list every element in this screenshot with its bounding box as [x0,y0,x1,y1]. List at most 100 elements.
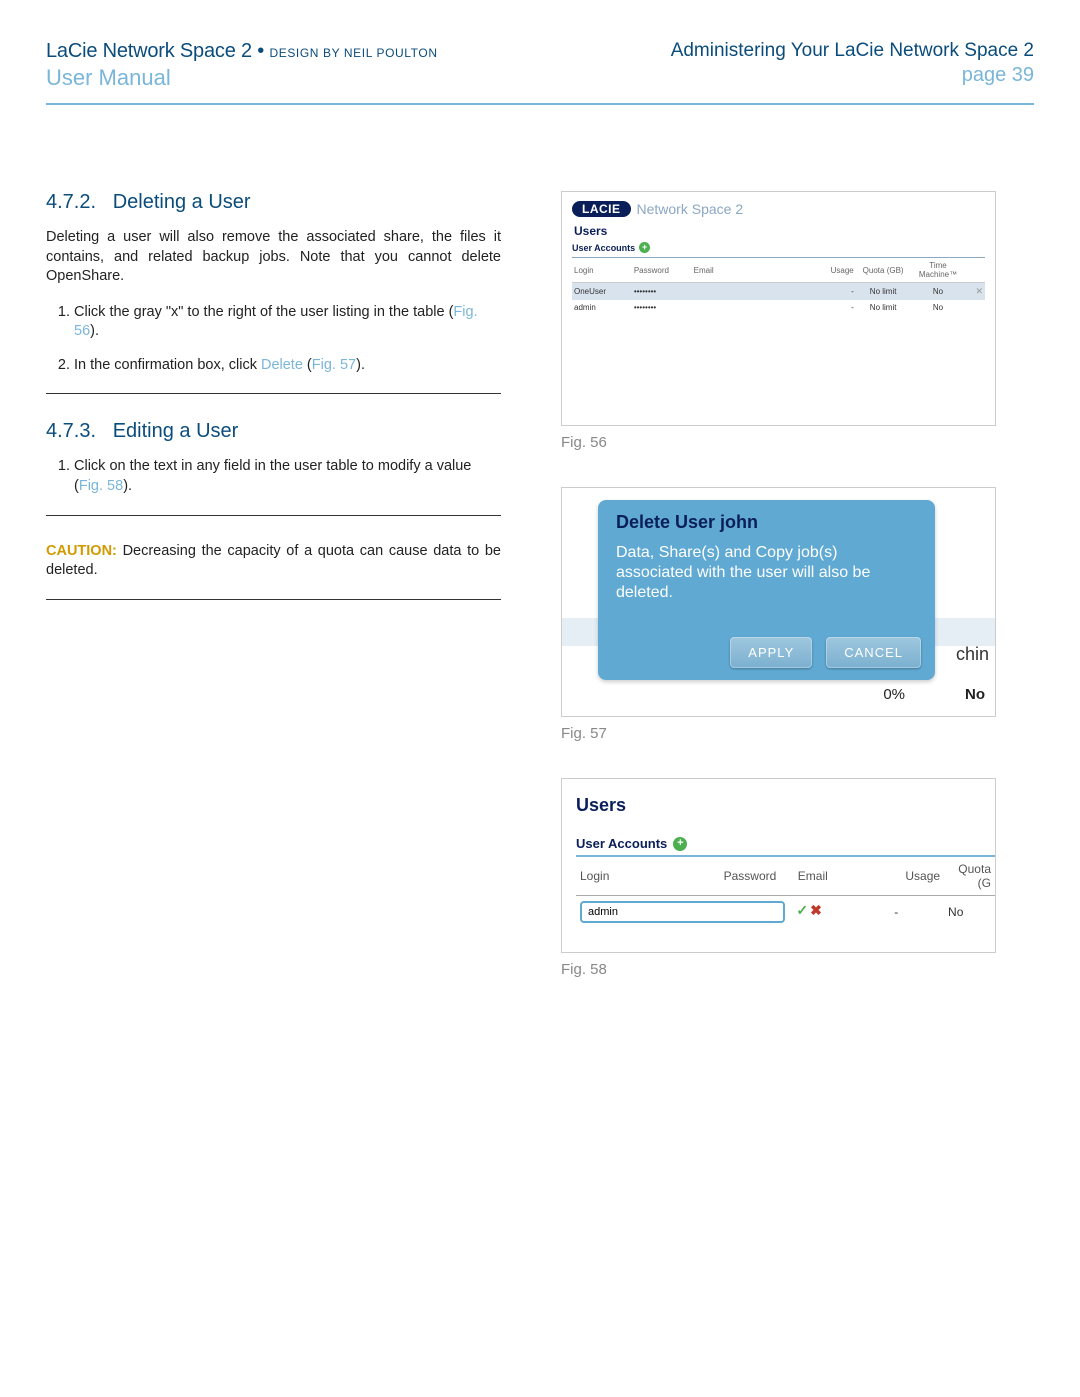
add-user-icon[interactable]: + [639,242,650,253]
fig-ref-57: Fig. 57 [312,357,356,373]
col-email: Email [794,857,890,896]
product-name: LaCie Network Space 2 [46,40,252,62]
section-divider [46,599,501,600]
section-number: 4.7.2. [46,191,96,213]
bullet: • [257,40,269,62]
user-table: Login Password Email Usage Quota (GB) Ti… [572,258,985,315]
step-text-end: ). [356,357,365,373]
col-email: Email [692,258,811,283]
user-manual-label: User Manual [46,65,438,91]
delete-ref: Delete [261,357,303,373]
right-column: LACIE Network Space 2 Users User Account… [561,191,1031,1014]
col-usage: Usage [890,857,944,896]
section-divider [46,515,501,516]
fig56-titlebar: LACIE Network Space 2 [572,201,743,217]
step-text-mid: ( [303,357,312,373]
user-accounts-label: User Accounts [572,243,635,253]
col-usage: Usage [811,258,856,283]
cell-login[interactable]: OneUser [572,283,632,301]
step-text-end: ). [123,478,132,494]
user-accounts-heading: User Accounts + [576,836,995,851]
login-edit-input[interactable] [580,901,785,923]
steps-473: Click on the text in any field in the us… [46,457,501,496]
dialog-text: Data, Share(s) and Copy job(s) associate… [616,543,917,603]
bg-text-chin: chin [956,644,989,665]
figure-58: Users User Accounts + Login Password Ema… [561,778,996,953]
table-row[interactable]: admin •••••••• - No limit No [572,300,985,315]
figure-56-caption: Fig. 56 [561,434,1031,451]
users-heading: Users [576,795,995,816]
page-header: LaCie Network Space 2 • DESIGN BY NEIL P… [46,40,1034,91]
section-heading-472: 4.7.2. Deleting a User [46,191,501,214]
cell-quota[interactable]: No limit [856,283,911,301]
delete-user-dialog: Delete User john Data, Share(s) and Copy… [598,500,935,680]
cell-usage: - [890,896,944,929]
section-heading-473: 4.7.3. Editing a User [46,420,501,443]
col-login: Login [576,857,720,896]
cell-timemachine[interactable]: No [911,300,966,315]
bg-row-values: 0% No [883,686,985,703]
user-accounts-label: User Accounts [576,836,667,851]
cancel-button[interactable]: CANCEL [826,637,921,668]
cell-password[interactable]: •••••••• [632,283,692,301]
user-accounts-heading: User Accounts + [572,242,985,258]
cell-email[interactable] [692,300,811,315]
figure-57: Delete User john Data, Share(s) and Copy… [561,487,996,717]
cell-timemachine[interactable]: No [911,283,966,301]
figure-57-caption: Fig. 57 [561,725,1031,742]
section-title: Deleting a User [113,191,251,213]
step-text: Click the gray "x" to the right of the u… [74,304,453,320]
lacie-logo: LACIE [572,201,631,217]
section-number: 4.7.3. [46,420,96,442]
col-quota: Quota (G [944,857,995,896]
edit-cell: ✓✖ [576,896,890,929]
table-header-row: Login Password Email Usage Quota (GB) Ti… [572,258,985,283]
figure-56: LACIE Network Space 2 Users User Account… [561,191,996,426]
col-password: Password [632,258,692,283]
chapter-title: Administering Your LaCie Network Space 2 [671,40,1034,62]
section-472-paragraph: Deleting a user will also remove the ass… [46,228,501,287]
header-left: LaCie Network Space 2 • DESIGN BY NEIL P… [46,40,438,91]
bg-value-no: No [965,686,985,703]
cell-email[interactable] [692,283,811,301]
cell-usage: - [811,283,856,301]
table-header-row: Login Password Email Usage Quota (G [576,857,995,896]
step-1: Click the gray "x" to the right of the u… [74,303,501,342]
section-title: Editing a User [113,420,239,442]
delete-user-icon[interactable]: ✕ [967,286,983,296]
cell-quota[interactable]: No [944,896,995,929]
dialog-title: Delete User john [616,512,917,533]
confirm-icon[interactable]: ✓ [788,902,808,918]
col-password: Password [720,857,794,896]
user-table: Login Password Email Usage Quota (G ✓✖ -… [576,857,995,928]
table-row[interactable]: OneUser •••••••• - No limit No ✕ [572,283,985,301]
caution-label: CAUTION: [46,543,117,559]
header-rule [46,103,1034,105]
col-timemachine: Time Machine™ [911,258,966,283]
caution-paragraph: CAUTION: Decreasing the capacity of a qu… [46,542,501,581]
step-text-end: ). [90,323,99,339]
bg-value-percent: 0% [883,686,905,703]
left-column: 4.7.2. Deleting a User Deleting a user w… [46,191,501,1014]
step-1: Click on the text in any field in the us… [74,457,501,496]
cancel-icon[interactable]: ✖ [808,902,822,918]
section-divider [46,393,501,394]
step-2: In the confirmation box, click Delete (F… [74,356,501,376]
step-text: Click on the text in any field in the us… [74,458,471,494]
fig-ref-58: Fig. 58 [79,478,123,494]
figure-58-caption: Fig. 58 [561,961,1031,978]
cell-usage: - [811,300,856,315]
header-right: Administering Your LaCie Network Space 2… [671,40,1034,87]
product-title: Network Space 2 [637,201,744,217]
cell-password[interactable]: •••••••• [632,300,692,315]
step-text: In the confirmation box, click [74,357,261,373]
apply-button[interactable]: APPLY [730,637,812,668]
col-quota: Quota (GB) [856,258,911,283]
design-credit: DESIGN BY NEIL POULTON [269,46,437,60]
add-user-icon[interactable]: + [673,837,687,851]
col-login: Login [572,258,632,283]
users-tab[interactable]: Users [572,218,985,242]
table-row[interactable]: ✓✖ - No [576,896,995,929]
cell-quota[interactable]: No limit [856,300,911,315]
cell-login[interactable]: admin [572,300,632,315]
